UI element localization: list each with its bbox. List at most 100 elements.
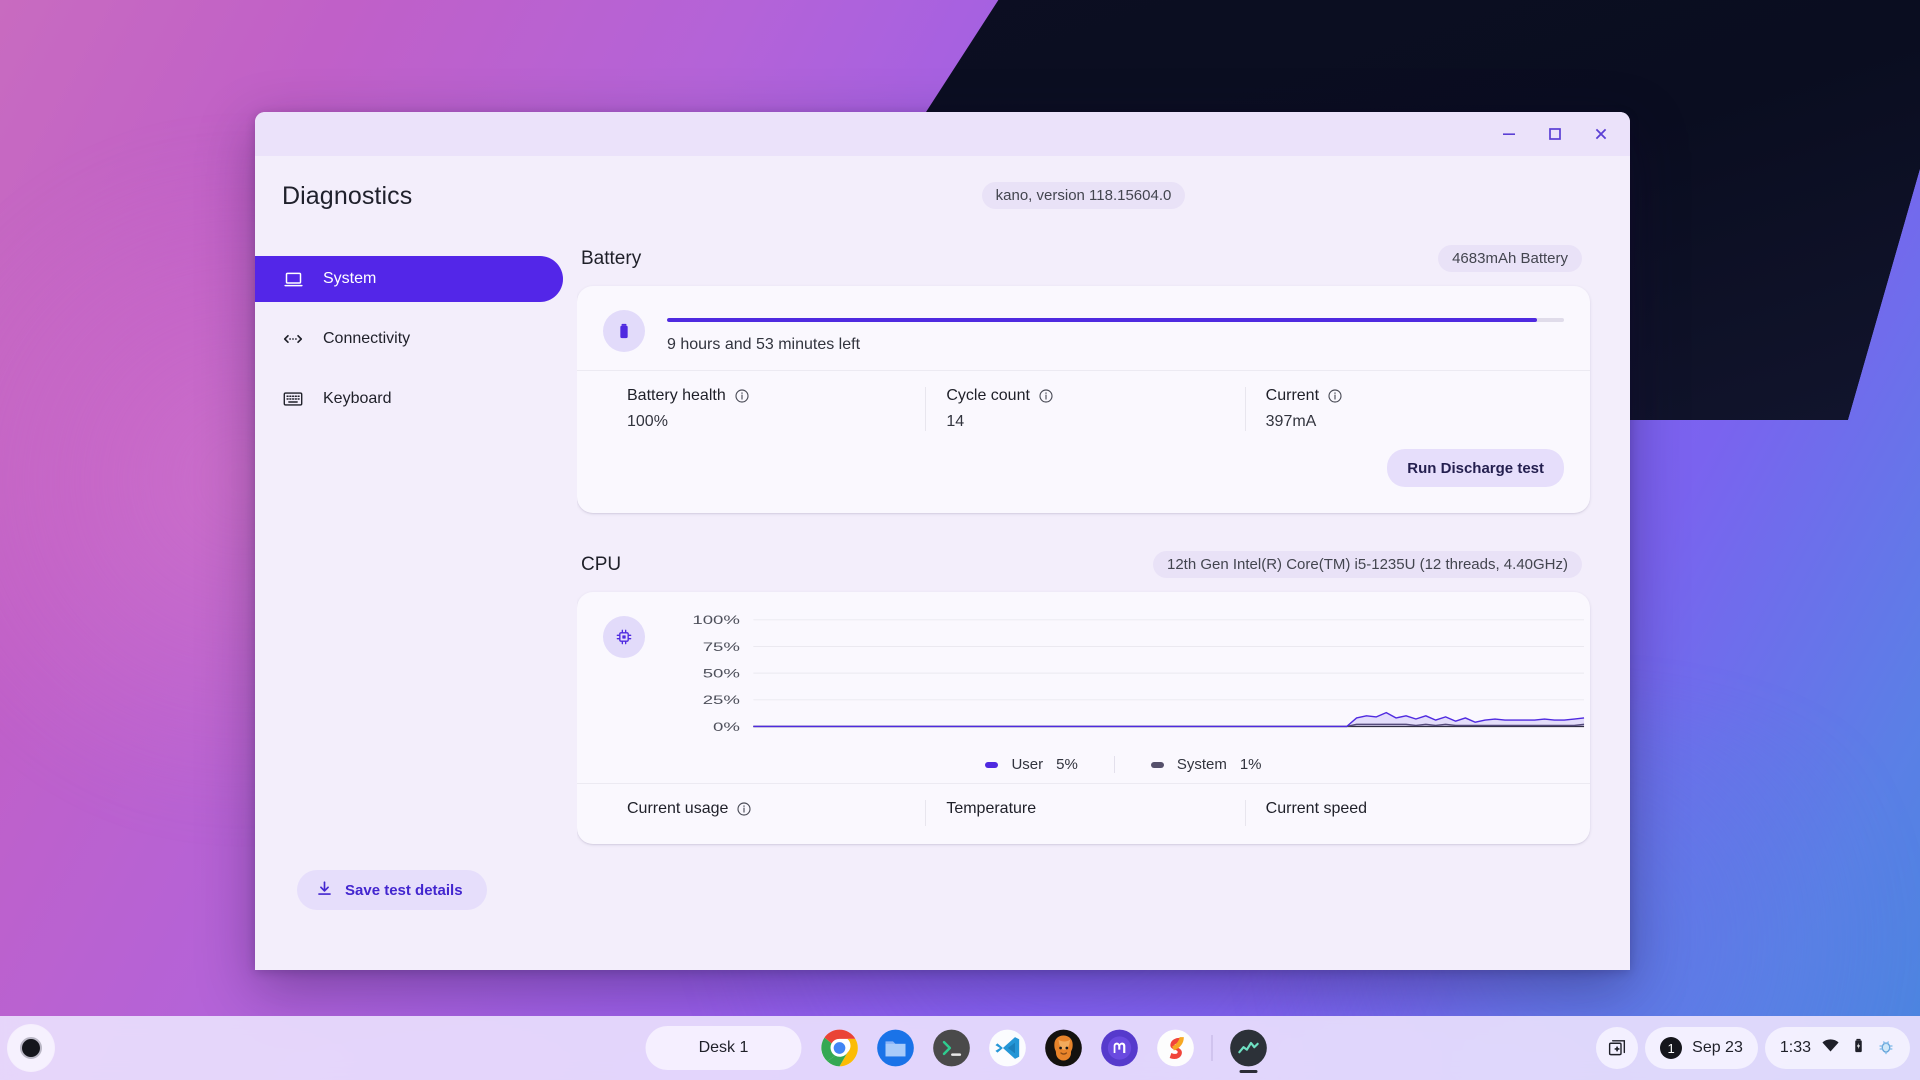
version-row: kano, version 118.15604.0 xyxy=(577,182,1590,209)
stat-value: 14 xyxy=(946,413,965,430)
desktop: Diagnostics System Connectivity Keyboard… xyxy=(0,0,1920,1080)
launcher-button[interactable] xyxy=(8,1025,54,1071)
wifi-icon xyxy=(1821,1036,1840,1060)
date-tray-pill[interactable]: 1 Sep 23 xyxy=(1645,1027,1758,1069)
cpu-chart-box: 100% 75% 50% 25% 0% User 5% System 1% xyxy=(667,614,1590,773)
screen-capture-icon[interactable] xyxy=(1596,1027,1639,1069)
page-title: Diagnostics xyxy=(282,182,413,210)
avatar-app-icon[interactable] xyxy=(1038,1022,1090,1074)
stat-label-text: Current speed xyxy=(1265,800,1368,817)
cpu-section-header: CPU 12th Gen Intel(R) Core(TM) i5-1235U … xyxy=(577,551,1590,578)
run-discharge-test-button[interactable]: Run Discharge test xyxy=(1387,449,1564,487)
running-indicator-dot xyxy=(1239,1070,1258,1073)
svg-text:50%: 50% xyxy=(703,667,740,680)
launcher-dot-icon xyxy=(20,1037,42,1059)
terminal-icon[interactable] xyxy=(926,1022,978,1074)
download-icon xyxy=(315,879,334,902)
version-chip: kano, version 118.15604.0 xyxy=(981,182,1186,209)
battery-icon xyxy=(1850,1037,1867,1059)
tray-time: 1:33 xyxy=(1779,1039,1811,1056)
save-test-details-label: Save test details xyxy=(345,881,463,899)
shelf-separator xyxy=(1211,1035,1213,1061)
laptop-icon xyxy=(282,268,304,290)
sidebar-item-label: Keyboard xyxy=(323,390,392,407)
stat-label: Temperature xyxy=(946,800,1244,818)
battery-card: 9 hours and 53 minutes left Battery heal… xyxy=(577,286,1590,513)
cpu-model-chip: 12th Gen Intel(R) Core(TM) i5-1235U (12 … xyxy=(1153,551,1582,578)
maximize-button[interactable] xyxy=(1532,116,1578,152)
legend-swatch-user xyxy=(985,761,999,768)
stat-current-speed: Current speed xyxy=(1244,800,1564,826)
desk-button[interactable]: Desk 1 xyxy=(645,1026,802,1070)
tray-date: Sep 23 xyxy=(1692,1039,1743,1056)
sidebar-item-label: System xyxy=(323,270,377,287)
info-icon[interactable] xyxy=(734,388,750,404)
info-icon[interactable] xyxy=(736,801,752,817)
cpu-usage-chart: 100% 75% 50% 25% 0% xyxy=(692,614,1590,734)
legend-label-user: User xyxy=(1011,756,1044,773)
files-icon[interactable] xyxy=(870,1022,922,1074)
stat-label-text: Battery health xyxy=(627,387,726,404)
stat-label: Current speed xyxy=(1266,800,1564,818)
cpu-chart-legend: User 5% System 1% xyxy=(667,756,1590,773)
s-logo-icon[interactable] xyxy=(1150,1022,1202,1074)
nav-list: System Connectivity Keyboard xyxy=(255,256,577,436)
stat-value: 397mA xyxy=(1265,413,1317,430)
stat-label-text: Cycle count xyxy=(946,387,1030,404)
legend-swatch-system xyxy=(1150,761,1164,768)
main-content: kano, version 118.15604.0 Battery 4683mA… xyxy=(577,156,1630,970)
close-button[interactable] xyxy=(1578,116,1624,152)
stat-label: Battery health xyxy=(627,387,925,405)
battery-badge-icon xyxy=(603,310,645,352)
sidebar-item-keyboard[interactable]: Keyboard xyxy=(255,376,563,422)
stat-label-text: Temperature xyxy=(946,800,1037,817)
battery-stats-row: Battery health 100% Cycle count 14 Curre… xyxy=(577,370,1590,449)
keyboard-icon xyxy=(282,388,304,410)
stat-label: Current usage xyxy=(627,800,925,818)
battery-action-row: Run Discharge test xyxy=(577,449,1590,513)
stat-label-text: Current usage xyxy=(627,800,729,817)
stat-temperature: Temperature xyxy=(925,800,1244,826)
battery-progress-fill xyxy=(667,318,1538,322)
stat-cycle-count: Cycle count 14 xyxy=(925,387,1244,431)
cpu-card: 100% 75% 50% 25% 0% User 5% System 1% Cu… xyxy=(577,592,1590,844)
vscode-icon[interactable] xyxy=(982,1022,1034,1074)
chrome-icon[interactable] xyxy=(814,1022,866,1074)
debug-bug-icon[interactable] xyxy=(1877,1037,1895,1060)
svg-text:100%: 100% xyxy=(692,614,740,627)
save-test-details-button[interactable]: Save test details xyxy=(297,870,487,910)
cpu-section-title: CPU xyxy=(581,553,622,575)
stat-label: Cycle count xyxy=(946,387,1244,405)
info-icon[interactable] xyxy=(1038,388,1054,404)
battery-section-title: Battery xyxy=(581,247,642,269)
stat-current: Current 397mA xyxy=(1244,387,1564,431)
legend-item-user: User 5% xyxy=(949,756,1113,773)
stat-battery-health: Battery health 100% xyxy=(603,387,925,431)
status-tray-pill[interactable]: 1:33 xyxy=(1764,1027,1910,1069)
stat-label-text: Current xyxy=(1265,387,1320,404)
stat-label: Current xyxy=(1266,387,1564,405)
sidebar: Diagnostics System Connectivity Keyboard… xyxy=(255,156,577,970)
cpu-stats-row: Current usage Temperature Current speed xyxy=(577,783,1590,844)
battery-time-left: 9 hours and 53 minutes left xyxy=(667,336,861,353)
battery-capacity-chip: 4683mAh Battery xyxy=(1438,245,1582,272)
minimize-button[interactable] xyxy=(1486,116,1532,152)
window-titlebar[interactable] xyxy=(255,112,1630,156)
cpu-chart-area: 100% 75% 50% 25% 0% User 5% System 1% xyxy=(577,592,1590,783)
sidebar-item-label: Connectivity xyxy=(323,330,411,347)
shelf: Desk 1 1 Sep 23 1:33 xyxy=(0,1016,1920,1080)
legend-label-system: System xyxy=(1176,756,1227,773)
stat-current-usage: Current usage xyxy=(603,800,925,826)
connectivity-icon xyxy=(282,328,304,350)
mastodon-icon[interactable] xyxy=(1094,1022,1146,1074)
cpu-badge-icon xyxy=(603,616,645,658)
svg-text:25%: 25% xyxy=(703,694,740,707)
sidebar-item-system[interactable]: System xyxy=(255,256,563,302)
sidebar-item-connectivity[interactable]: Connectivity xyxy=(255,316,563,362)
info-icon[interactable] xyxy=(1327,388,1343,404)
stat-value: 100% xyxy=(627,413,668,430)
notification-count-badge: 1 xyxy=(1660,1037,1683,1059)
svg-text:0%: 0% xyxy=(713,721,740,734)
diagnostics-icon[interactable] xyxy=(1223,1022,1275,1074)
system-tray: 1 Sep 23 1:33 xyxy=(1596,1027,1910,1069)
